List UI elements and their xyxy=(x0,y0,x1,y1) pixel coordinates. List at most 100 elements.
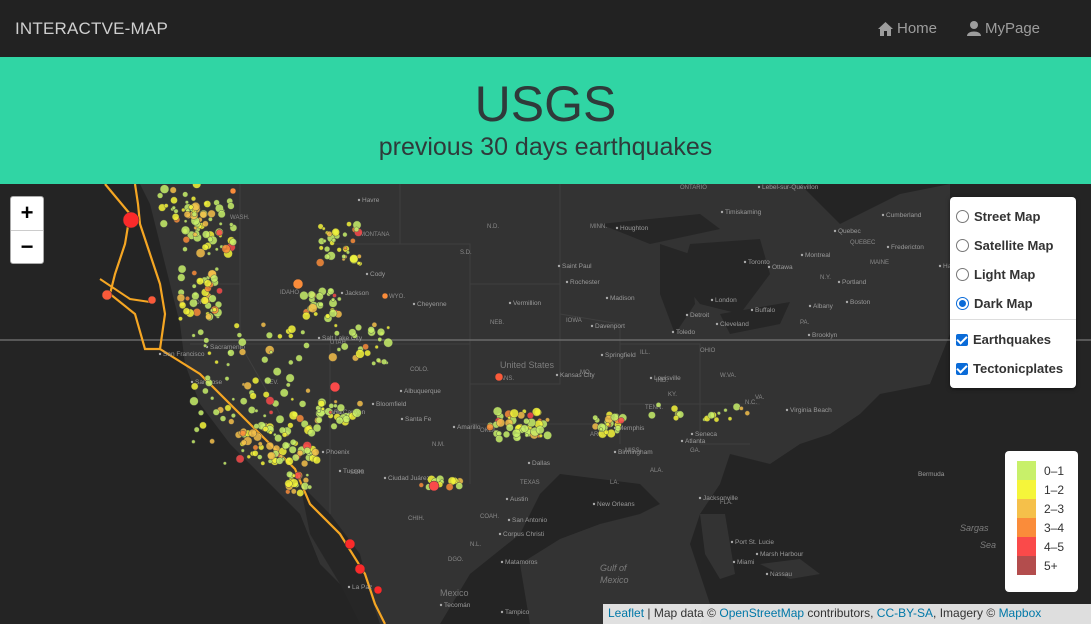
earthquake-marker[interactable] xyxy=(300,329,306,335)
earthquake-marker[interactable] xyxy=(262,413,267,418)
earthquake-marker[interactable] xyxy=(182,307,191,316)
earthquake-marker[interactable] xyxy=(202,230,211,239)
earthquake-marker[interactable] xyxy=(257,441,263,447)
earthquake-marker[interactable] xyxy=(287,422,294,429)
earthquake-marker[interactable] xyxy=(326,231,333,237)
layer-satellite-map[interactable]: Satellite Map xyxy=(956,238,1053,253)
earthquake-marker[interactable] xyxy=(208,294,217,303)
earthquake-marker[interactable] xyxy=(334,330,340,336)
earthquake-marker[interactable] xyxy=(257,454,263,460)
earthquake-marker[interactable] xyxy=(240,448,245,453)
earthquake-marker[interactable] xyxy=(203,343,208,348)
earthquake-marker[interactable] xyxy=(198,409,204,416)
earthquake-marker[interactable] xyxy=(356,254,362,259)
earthquake-marker[interactable] xyxy=(617,417,625,424)
earthquake-marker[interactable] xyxy=(238,337,247,347)
earthquake-marker[interactable] xyxy=(188,204,194,210)
earthquake-marker[interactable] xyxy=(520,424,529,433)
earthquake-marker[interactable] xyxy=(486,423,494,431)
earthquake-marker[interactable] xyxy=(610,413,619,422)
earthquake-marker[interactable] xyxy=(239,397,248,405)
earthquakes-checkbox[interactable] xyxy=(956,333,968,346)
earthquake-marker[interactable] xyxy=(210,396,215,401)
earthquake-marker[interactable] xyxy=(285,382,291,388)
earthquake-marker[interactable] xyxy=(328,403,334,409)
earthquake-marker[interactable] xyxy=(199,421,207,430)
earthquake-marker[interactable] xyxy=(509,408,519,419)
earthquake-marker[interactable] xyxy=(199,210,208,219)
earthquake-marker[interactable] xyxy=(262,426,269,432)
earthquake-marker[interactable] xyxy=(330,422,338,430)
earthquake-marker[interactable] xyxy=(221,244,231,254)
earthquake-marker[interactable] xyxy=(230,413,236,419)
layer-dark-map[interactable]: Dark Map xyxy=(956,296,1033,311)
earthquake-marker[interactable] xyxy=(328,410,333,415)
earthquake-marker[interactable] xyxy=(320,406,325,411)
satellite-map-radio[interactable] xyxy=(956,239,969,252)
earthquake-marker[interactable] xyxy=(285,373,295,383)
earthquake-marker[interactable] xyxy=(287,324,297,334)
earthquake-marker[interactable] xyxy=(218,222,223,226)
earthquake-marker[interactable] xyxy=(229,222,234,227)
earthquake-marker[interactable] xyxy=(336,347,342,352)
earthquake-marker[interactable] xyxy=(505,423,514,432)
earthquake-marker[interactable] xyxy=(261,356,269,364)
earthquake-marker[interactable] xyxy=(299,291,309,301)
earthquake-marker[interactable] xyxy=(275,414,285,424)
earthquake-marker[interactable] xyxy=(208,217,213,222)
map-canvas[interactable]: United States Mexico Gulf of Mexico Sarg… xyxy=(0,184,1091,624)
earthquake-marker[interactable] xyxy=(341,254,347,259)
earthquake-marker[interactable] xyxy=(322,239,327,243)
earthquake-marker[interactable] xyxy=(183,211,191,219)
earthquake-marker[interactable] xyxy=(246,454,251,459)
earthquake-marker[interactable] xyxy=(300,482,309,491)
earthquake-marker[interactable] xyxy=(418,482,424,488)
earthquake-marker[interactable] xyxy=(171,205,176,210)
earthquake-marker[interactable] xyxy=(296,489,305,497)
earthquake-marker[interactable] xyxy=(524,433,529,438)
layer-street-map[interactable]: Street Map xyxy=(956,209,1040,224)
earthquake-marker[interactable] xyxy=(191,333,196,338)
earthquake-marker[interactable] xyxy=(350,238,356,244)
license-link[interactable]: CC-BY-SA xyxy=(877,606,933,620)
earthquake-marker[interactable] xyxy=(377,328,386,337)
earthquake-marker[interactable] xyxy=(302,477,309,484)
earthquake-marker[interactable] xyxy=(332,293,337,298)
earthquake-marker[interactable] xyxy=(303,447,311,455)
earthquake-marker[interactable] xyxy=(303,342,310,349)
earthquake-marker[interactable] xyxy=(272,367,282,376)
earthquake-marker[interactable] xyxy=(207,209,216,218)
earthquake-marker[interactable] xyxy=(331,238,336,243)
earthquake-marker[interactable] xyxy=(277,333,283,339)
earthquake-marker[interactable] xyxy=(614,425,622,432)
earthquake-marker[interactable] xyxy=(204,374,211,381)
earthquake-marker[interactable] xyxy=(290,488,297,495)
earthquake-marker[interactable] xyxy=(243,381,252,390)
earthquake-marker[interactable] xyxy=(362,343,369,351)
earthquake-marker[interactable] xyxy=(183,219,188,223)
earthquake-marker[interactable] xyxy=(217,210,226,218)
earthquake-marker[interactable] xyxy=(377,337,383,342)
earthquake-marker[interactable] xyxy=(496,418,505,428)
earthquake-marker[interactable] xyxy=(253,423,260,430)
earthquake-marker[interactable] xyxy=(159,184,170,194)
earthquake-marker[interactable] xyxy=(189,396,199,406)
earthquake-marker[interactable] xyxy=(333,403,338,408)
earthquake-marker[interactable] xyxy=(178,316,183,321)
earthquake-marker[interactable] xyxy=(290,397,294,402)
overlay-earthquakes[interactable]: Earthquakes xyxy=(956,332,1051,347)
earthquake-marker[interactable] xyxy=(147,295,157,305)
earthquake-marker[interactable] xyxy=(291,473,296,478)
earthquake-marker[interactable] xyxy=(177,273,186,282)
earthquake-marker[interactable] xyxy=(337,296,342,302)
earthquake-marker[interactable] xyxy=(592,414,599,421)
earthquake-marker[interactable] xyxy=(284,479,293,488)
earthquake-marker[interactable] xyxy=(346,221,352,227)
earthquake-marker[interactable] xyxy=(308,303,318,313)
earthquake-marker[interactable] xyxy=(214,360,219,365)
earthquake-marker[interactable] xyxy=(227,349,235,357)
earthquake-marker[interactable] xyxy=(193,426,200,433)
leaflet-link[interactable]: Leaflet xyxy=(608,606,644,620)
earthquake-marker[interactable] xyxy=(233,322,240,329)
earthquake-marker[interactable] xyxy=(212,307,217,312)
